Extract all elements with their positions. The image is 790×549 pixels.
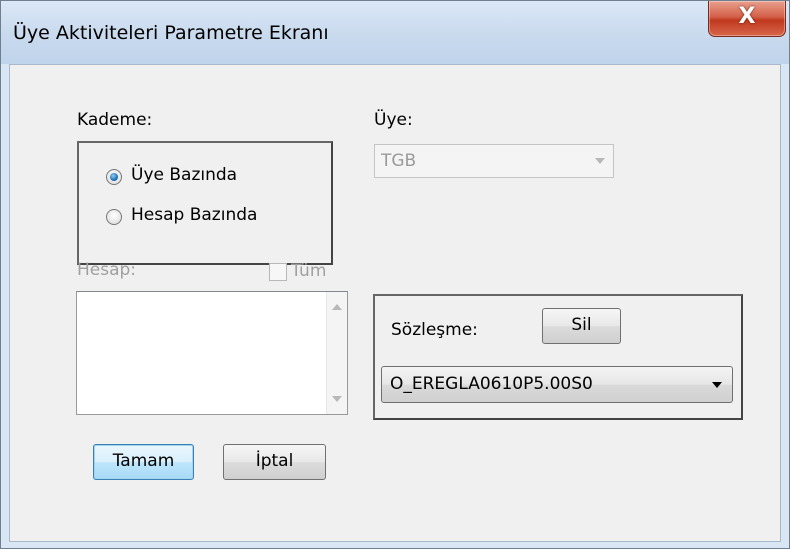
iptal-button[interactable]: İptal xyxy=(223,444,326,480)
window-title: Üye Aktiviteleri Parametre Ekranı xyxy=(13,22,329,44)
tamam-button[interactable]: Tamam xyxy=(93,444,194,480)
kademe-group: Üye Bazında Hesap Bazında xyxy=(77,141,333,265)
listbox-scrollbar[interactable] xyxy=(326,292,347,414)
uye-select[interactable]: TGB xyxy=(374,144,614,178)
radio-hesap-bazinda[interactable] xyxy=(106,209,122,225)
scroll-up-icon[interactable] xyxy=(332,304,342,310)
radio-uye-bazinda[interactable] xyxy=(106,169,122,185)
sozlesme-select[interactable]: O_EREGLA0610P5.00S0 xyxy=(381,366,733,403)
sozlesme-label: Sözleşme: xyxy=(391,320,478,340)
tum-checkbox-label[interactable]: Tüm xyxy=(291,261,326,281)
title-bar[interactable]: Üye Aktiviteleri Parametre Ekranı X xyxy=(1,1,789,64)
kademe-label: Kademe: xyxy=(77,110,153,130)
dialog-client-area: Kademe: Üye Bazında Hesap Bazında Üye: T… xyxy=(9,64,781,542)
dialog-window: Üye Aktiviteleri Parametre Ekranı X Kade… xyxy=(0,0,790,549)
close-icon: X xyxy=(738,4,756,29)
hesap-listbox[interactable] xyxy=(76,291,348,415)
scroll-down-icon[interactable] xyxy=(332,396,342,402)
chevron-down-icon xyxy=(595,158,605,164)
uye-select-value: TGB xyxy=(381,151,417,171)
radio-uye-bazinda-label[interactable]: Üye Bazında xyxy=(131,165,237,185)
hesap-label: Hesap: xyxy=(77,260,137,280)
chevron-down-icon xyxy=(712,382,722,388)
radio-hesap-bazinda-label[interactable]: Hesap Bazında xyxy=(131,205,257,225)
close-button[interactable]: X xyxy=(708,1,786,37)
sozlesme-select-value: O_EREGLA0610P5.00S0 xyxy=(390,374,593,394)
uye-label: Üye: xyxy=(374,110,413,130)
sil-button[interactable]: Sil xyxy=(542,308,621,344)
tum-checkbox[interactable] xyxy=(269,263,287,281)
